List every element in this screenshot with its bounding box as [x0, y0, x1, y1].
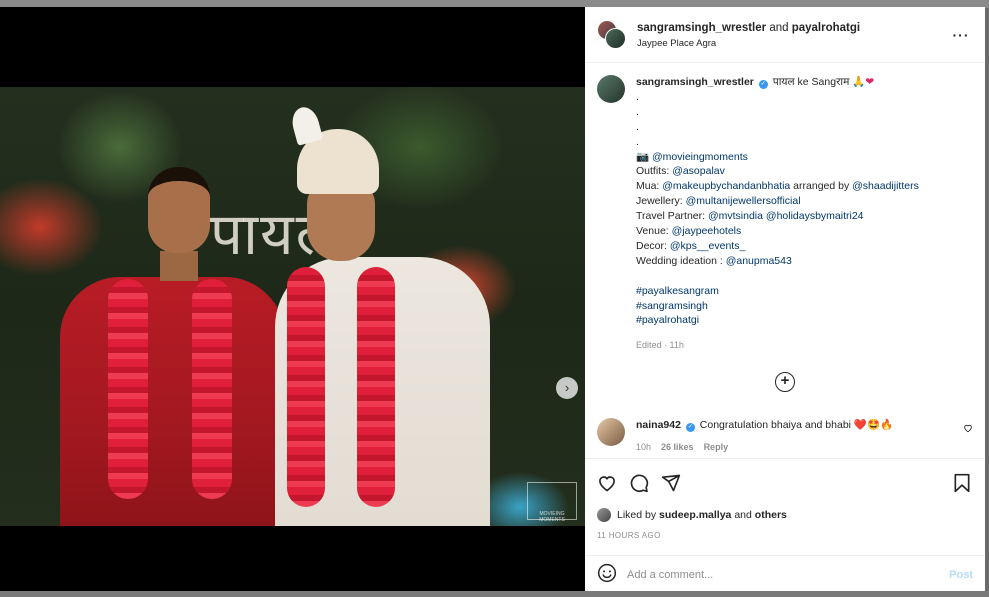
folded-hands-icon: 🙏	[852, 76, 866, 88]
like-heart-icon[interactable]	[597, 471, 629, 495]
caption-line: Outfits: @asopalav	[636, 165, 725, 178]
caption-line: Decor: @kps__events_	[636, 239, 746, 252]
caption-line: .	[636, 135, 639, 148]
comment-icon[interactable]	[629, 471, 661, 495]
comment-avatar[interactable]	[597, 418, 625, 446]
share-icon[interactable]	[661, 471, 693, 495]
load-more-comments-icon[interactable]: +	[775, 372, 795, 392]
post-actions: Liked by sudeep.mallya and others 11 HOU…	[585, 458, 985, 540]
comment-likes[interactable]: 26 likes	[661, 442, 694, 452]
add-comment-bar: Post	[585, 555, 985, 593]
wedding-photo: पायल MOVIEING MOMENTS ›	[0, 87, 585, 526]
comment-time: 10h	[636, 442, 652, 452]
mention-link[interactable]: @multanijewellersofficial	[686, 195, 801, 207]
comment-input[interactable]	[627, 568, 950, 581]
caption-line: .	[636, 120, 639, 133]
mention-link[interactable]: @movieingmoments	[652, 151, 748, 163]
caption-line: Venue: @jaypeehotels	[636, 225, 742, 238]
post-authors: sangramsingh_wrestler and payalrohatgi	[637, 21, 861, 34]
verified-badge-icon: ✓	[758, 80, 768, 89]
caption-title: पायल ke Sangराम	[772, 76, 850, 88]
post-comment-button[interactable]: Post	[949, 569, 973, 581]
caption-line: 📷 @movieingmoments	[636, 150, 748, 163]
backdrop-bottom	[0, 591, 989, 597]
carousel-next-button[interactable]: ›	[556, 377, 578, 399]
comment-emojis: ❤️🤩🔥	[853, 419, 894, 431]
mention-link[interactable]: @mvtsindia	[708, 210, 763, 222]
mention-link[interactable]: @kps__events_	[670, 240, 745, 252]
post-location[interactable]: Jaypee Place Agra	[637, 38, 949, 49]
liked-by: Liked by sudeep.mallya and others	[597, 508, 973, 522]
caption-line: .	[636, 90, 639, 103]
caption-line: .	[636, 105, 639, 118]
post-details-panel: sangramsingh_wrestler and payalrohatgi J…	[585, 7, 985, 593]
comment-username[interactable]: naina942	[636, 419, 681, 431]
post-time-ago[interactable]: 11 HOURS AGO	[597, 531, 973, 540]
caption-line: #payalrohatgi	[636, 313, 973, 328]
caption-line: Jewellery: @multanijewellersofficial	[636, 195, 801, 208]
caption-line: #sangramsingh	[636, 299, 973, 314]
caption-line: #payalkesangram	[636, 284, 973, 299]
caption-avatar[interactable]	[597, 75, 625, 103]
collab-avatars[interactable]	[597, 19, 627, 50]
post-header: sangramsingh_wrestler and payalrohatgi J…	[585, 7, 985, 63]
mention-link[interactable]: @asopalav	[672, 165, 725, 177]
comment-heart-icon[interactable]	[963, 423, 977, 452]
caption-line: Mua: @makeupbychandanbhatia arranged by …	[636, 180, 919, 193]
verified-badge-icon: ✓	[685, 423, 695, 432]
post-media[interactable]: पायल MOVIEING MOMENTS ›	[0, 7, 585, 593]
groom-figure	[275, 104, 490, 526]
more-options-icon[interactable]: ···	[949, 27, 973, 43]
emoji-smile-icon[interactable]	[597, 563, 627, 586]
mention-link[interactable]: @anupma543	[726, 255, 792, 267]
bride-figure	[60, 167, 285, 526]
author-username-1[interactable]: sangramsingh_wrestler	[637, 22, 766, 34]
hashtag-link[interactable]: #payalrohatgi	[636, 314, 699, 326]
caption-username[interactable]: sangramsingh_wrestler	[636, 76, 754, 88]
caption-line	[636, 269, 973, 284]
mention-link[interactable]: @makeupbychandanbhatia	[662, 180, 790, 192]
hashtag-link[interactable]: #payalkesangram	[636, 285, 719, 297]
edited-timestamp: Edited · 11h	[636, 340, 684, 351]
hashtag-link[interactable]: #sangramsingh	[636, 300, 708, 312]
mention-link[interactable]: @shaadijitters	[852, 180, 919, 192]
likes-others-link[interactable]: others	[755, 509, 787, 521]
red-heart-icon: ❤	[865, 76, 875, 88]
mention-link[interactable]: @jaypeehotels	[672, 225, 742, 237]
photographer-watermark: MOVIEING MOMENTS	[527, 482, 577, 523]
author-username-2[interactable]: payalrohatgi	[792, 22, 860, 34]
caption: sangramsingh_wrestler ✓ पायल ke Sangराम …	[585, 63, 985, 398]
caption-line: Travel Partner: @mvtsindia @holidaysbyma…	[636, 210, 864, 223]
liker-avatar[interactable]	[597, 508, 611, 522]
mention-link[interactable]: @holidaysbymaitri24	[766, 210, 864, 222]
comment-reply-button[interactable]: Reply	[704, 442, 729, 452]
comment-item: naina942 ✓ Congratulation bhaiya and bha…	[597, 418, 977, 452]
save-bookmark-icon[interactable]	[953, 471, 973, 495]
comment-text: Congratulation bhaiya and bhabi	[699, 419, 851, 431]
liker-username[interactable]: sudeep.mallya	[659, 509, 731, 521]
caption-line: Wedding ideation : @anupma543	[636, 254, 792, 267]
caption-lines: .... 📷 @movieingmoments Outfits: @asopalav…	[636, 90, 973, 328]
